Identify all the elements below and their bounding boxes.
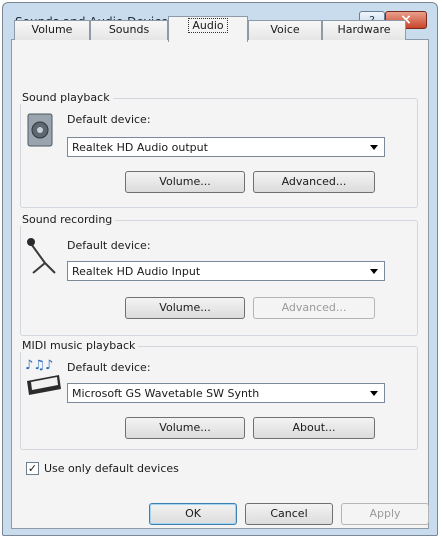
tab-volume[interactable]: Volume	[14, 20, 90, 40]
midi-keyboard-icon: ♪♫♪	[25, 358, 61, 395]
playback-device-select[interactable]: Realtek HD Audio output	[67, 137, 385, 157]
selected-device: Microsoft GS Wavetable SW Synth	[72, 387, 260, 400]
tab-hardware[interactable]: Hardware	[322, 20, 406, 40]
cancel-button[interactable]: Cancel	[245, 503, 333, 525]
properties-window: Sounds and Audio Devices Properties ? × …	[2, 2, 438, 536]
playback-advanced-button[interactable]: Advanced...	[253, 171, 375, 193]
playback-volume-button[interactable]: Volume...	[125, 171, 245, 193]
checkmark-icon: ✓	[27, 462, 38, 475]
tab-label: Sounds	[108, 23, 150, 36]
group-label: MIDI music playback	[19, 339, 139, 352]
tab-sounds[interactable]: Sounds	[90, 20, 168, 40]
button-label: Volume...	[159, 301, 211, 314]
dropdown-arrow-icon	[370, 145, 378, 150]
tab-label: Volume	[31, 23, 73, 36]
recording-device-select[interactable]: Realtek HD Audio Input	[67, 261, 385, 281]
midi-device-select[interactable]: Microsoft GS Wavetable SW Synth	[67, 383, 385, 403]
midi-about-button[interactable]: About...	[253, 417, 375, 439]
button-label: Volume...	[159, 175, 211, 188]
sound-playback-group: Sound playback Default device: Realtek H…	[19, 91, 418, 208]
recording-advanced-button[interactable]: Advanced...	[253, 297, 375, 319]
tab-label: Audio	[188, 18, 228, 33]
button-label: Volume...	[159, 421, 211, 434]
dropdown-arrow-icon	[370, 391, 378, 396]
tab-audio[interactable]: Audio	[168, 16, 248, 42]
microphone-icon	[27, 238, 56, 274]
dropdown-arrow-icon	[370, 269, 378, 274]
button-label: Apply	[369, 507, 401, 520]
tab-voice[interactable]: Voice	[248, 20, 322, 40]
tab-panel: Volume Sounds Audio Voice Hardware Sound…	[11, 16, 429, 529]
default-device-label: Default device:	[67, 113, 151, 126]
sound-recording-group: Sound recording Default device: Realtek …	[19, 213, 418, 336]
button-label: Advanced...	[281, 301, 347, 314]
button-label: About...	[292, 421, 336, 434]
group-label: Sound playback	[19, 91, 113, 104]
midi-volume-button[interactable]: Volume...	[125, 417, 245, 439]
apply-button[interactable]: Apply	[341, 503, 429, 525]
default-device-label: Default device:	[67, 361, 151, 374]
midi-playback-group: MIDI music playback ♪♫♪ Default device: …	[19, 339, 418, 450]
button-label: OK	[185, 507, 201, 520]
selected-device: Realtek HD Audio Input	[72, 265, 201, 278]
default-device-label: Default device:	[67, 239, 151, 252]
use-default-devices-label[interactable]: Use only default devices	[44, 462, 179, 475]
group-label: Sound recording	[19, 213, 116, 226]
speaker-icon	[27, 113, 53, 147]
use-default-devices-checkbox[interactable]: ✓	[26, 462, 39, 475]
tab-label: Voice	[270, 23, 300, 36]
button-label: Cancel	[270, 507, 308, 520]
recording-volume-button[interactable]: Volume...	[125, 297, 245, 319]
selected-device: Realtek HD Audio output	[72, 141, 208, 154]
button-label: Advanced...	[281, 175, 347, 188]
ok-button[interactable]: OK	[149, 503, 237, 525]
svg-text:♪♫♪: ♪♫♪	[25, 358, 53, 373]
tab-label: Hardware	[337, 23, 391, 36]
